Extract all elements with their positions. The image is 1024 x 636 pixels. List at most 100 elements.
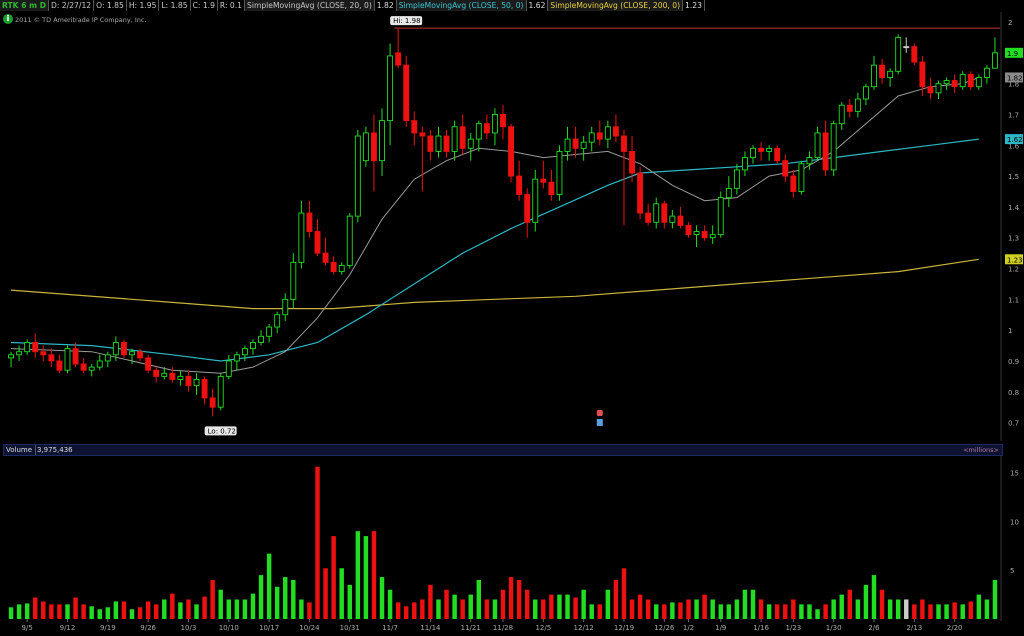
volume-bar (815, 609, 820, 619)
x-tick-label: 1/23 (785, 624, 801, 632)
candle-body (129, 351, 135, 356)
candle (96, 354, 103, 371)
candle (104, 351, 111, 368)
candle (766, 145, 773, 161)
candle (8, 351, 14, 368)
y-tick-label: 1.3 (1008, 235, 1019, 243)
candle-body (766, 147, 773, 152)
y-tick-label: 0.9 (1008, 358, 1019, 366)
candle-body (435, 135, 442, 152)
x-tick-label: 10/24 (299, 624, 320, 632)
volume-bar (242, 599, 248, 619)
volume-bar (274, 586, 280, 619)
volume-bar (57, 604, 62, 619)
volume-bar (210, 579, 215, 619)
candle-body (209, 397, 216, 408)
candle (621, 129, 627, 226)
volume-bar (895, 599, 901, 619)
price-chart[interactable]: 0.70.80.911.11.21.31.41.51.61.71.81.92Hi… (0, 0, 1024, 444)
volume-bar (404, 606, 409, 619)
volume-bar (831, 599, 836, 619)
volume-units-label[interactable]: <millions> (963, 445, 999, 455)
volume-bar (371, 531, 377, 619)
candle-body (798, 163, 805, 192)
volume-bar (557, 594, 562, 619)
candle (419, 126, 426, 192)
candle (645, 203, 652, 226)
volume-bar (395, 602, 401, 619)
candle (935, 80, 942, 100)
candle (983, 65, 990, 84)
candle (40, 345, 47, 361)
candle (225, 354, 232, 380)
y-tick-label: 0.7 (1008, 420, 1019, 428)
x-tick-label: 2/20 (947, 624, 963, 632)
volume-bar (452, 594, 457, 619)
volume-bar (299, 599, 304, 619)
y-tick-label: 1.5 (1008, 173, 1019, 181)
candle-body (540, 178, 547, 183)
annotation-text: Hi: 1.98 (393, 17, 420, 25)
candle (516, 160, 523, 201)
candle-body (669, 215, 676, 223)
volume-bar (799, 604, 804, 619)
candle-body (96, 360, 103, 368)
dividend-icon (596, 419, 603, 426)
candle-body (274, 314, 281, 328)
candle (435, 126, 442, 158)
candle (879, 58, 886, 84)
candle (693, 225, 700, 247)
price-label: 1.23 (1005, 254, 1023, 265)
candle (72, 342, 79, 368)
x-tick-label: 1/16 (753, 624, 769, 632)
candle (967, 71, 974, 90)
candle (32, 333, 39, 358)
candle (862, 83, 869, 106)
x-tick-label: 9/12 (60, 624, 76, 632)
x-tick-label: 12/12 (574, 624, 594, 632)
volume-bar (428, 584, 433, 619)
volume-bar (137, 607, 143, 619)
candle (838, 102, 845, 130)
volume-bar (944, 604, 949, 619)
volume-bar (89, 606, 94, 619)
volume-bar (863, 584, 869, 619)
volume-bar (145, 601, 151, 619)
candle-body (314, 231, 321, 254)
candle-body (48, 354, 55, 362)
price-label-text: 1.23 (1007, 256, 1023, 264)
candle (742, 151, 748, 177)
candle (48, 348, 55, 368)
candle (274, 311, 281, 334)
volume-bar (387, 589, 393, 619)
candle-body (322, 252, 329, 263)
volume-bar (742, 589, 748, 619)
volume-bar (702, 594, 707, 619)
candle (427, 129, 434, 161)
candle (193, 373, 200, 395)
sma200-line (10, 258, 979, 310)
candle (725, 176, 732, 207)
x-tick-label: 11/7 (382, 624, 398, 632)
volume-bar (533, 599, 538, 619)
candle (661, 200, 668, 229)
candle-body (983, 67, 990, 78)
candle (266, 323, 273, 343)
annotation-text: Lo: 0.72 (208, 427, 236, 435)
candle (475, 120, 482, 152)
volume-bar (670, 602, 675, 619)
candle-body (572, 138, 579, 149)
volume-bar (347, 584, 352, 619)
candle-body (443, 135, 450, 152)
candle (483, 114, 490, 140)
candle (604, 120, 611, 149)
candle (887, 68, 894, 87)
candle (443, 129, 450, 158)
volume-bar (315, 466, 320, 619)
candle (387, 43, 394, 146)
candle-body (846, 104, 853, 112)
candle-body (774, 147, 781, 162)
volume-bar (266, 553, 272, 619)
candle (846, 99, 853, 118)
volume-bar (492, 599, 498, 619)
